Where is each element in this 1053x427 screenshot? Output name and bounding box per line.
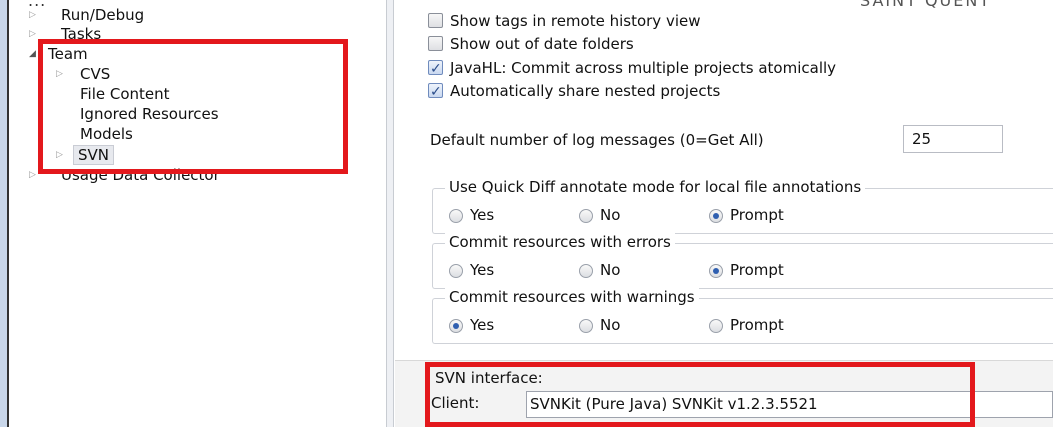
tree-item-cvs[interactable]: ▷ CVS bbox=[11, 64, 371, 84]
cutoff-title-text: SAINT QUENT bbox=[860, 0, 992, 10]
tree-item-label: Usage Data Collector bbox=[61, 166, 220, 184]
tree-item-label: Tasks bbox=[61, 25, 102, 43]
client-label: Client: bbox=[431, 394, 480, 412]
group-title: Use Quick Diff annotate mode for local f… bbox=[445, 178, 866, 196]
tree-item-svn[interactable]: ▷ SVN bbox=[11, 145, 371, 165]
radio-label: Yes bbox=[470, 261, 495, 279]
checkbox-label: Automatically share nested projects bbox=[450, 82, 721, 100]
radio-button[interactable] bbox=[449, 209, 463, 223]
tree-item-run-debug[interactable]: ▷ Run/Debug bbox=[11, 5, 371, 25]
tree-item-ignored-resources[interactable]: Ignored Resources bbox=[11, 104, 371, 124]
checkbox-box[interactable] bbox=[428, 36, 443, 51]
radio-button[interactable] bbox=[579, 209, 593, 223]
collapse-arrow-icon[interactable]: ◢ bbox=[29, 44, 41, 64]
tree-item-usage-data-collector[interactable]: ▷ Usage Data Collector bbox=[11, 165, 371, 185]
left-window-border bbox=[0, 0, 9, 427]
expand-arrow-icon[interactable]: ▷ bbox=[56, 145, 68, 165]
tree-item-models[interactable]: Models bbox=[11, 124, 371, 144]
pane-splitter[interactable] bbox=[386, 0, 394, 427]
checkbox-label: JavaHL: Commit across multiple projects … bbox=[450, 59, 837, 77]
radio-label: Prompt bbox=[730, 261, 784, 279]
log-messages-input[interactable]: 25 bbox=[903, 125, 1003, 153]
tree-item-label: CVS bbox=[80, 65, 111, 83]
checkbox-label: Show tags in remote history view bbox=[450, 12, 701, 30]
preferences-tree: ... ▷ Run/Debug ▷ Tasks ◢ Team ▷ CVS Fil… bbox=[11, 0, 386, 427]
log-messages-label: Default number of log messages (0=Get Al… bbox=[430, 131, 764, 149]
expand-arrow-icon[interactable]: ▷ bbox=[56, 64, 68, 84]
tree-item-label: File Content bbox=[80, 85, 170, 103]
tree-item-team[interactable]: ◢ Team bbox=[11, 44, 371, 64]
checkbox-box[interactable] bbox=[428, 13, 443, 28]
radio-label: No bbox=[600, 261, 621, 279]
radio-label: Prompt bbox=[730, 316, 784, 334]
radio-label: Yes bbox=[470, 316, 495, 334]
tree-item-label: Models bbox=[80, 125, 133, 143]
expand-arrow-icon[interactable]: ▷ bbox=[29, 5, 41, 25]
group-title: Commit resources with errors bbox=[445, 233, 675, 251]
checkbox-label: Show out of date folders bbox=[450, 35, 634, 53]
group-title: Commit resources with warnings bbox=[445, 288, 699, 306]
tree-item-label: Ignored Resources bbox=[80, 105, 219, 123]
radio-button-selected[interactable] bbox=[709, 264, 723, 278]
svn-preferences-page: SAINT QUENT Show tags in remote history … bbox=[395, 0, 1053, 427]
checkbox-box-checked[interactable] bbox=[428, 58, 443, 80]
radio-button[interactable] bbox=[709, 319, 723, 333]
svn-interface-section: SVN interface: Client: SVNKit (Pure Java… bbox=[395, 360, 1053, 427]
radio-button[interactable] bbox=[579, 264, 593, 278]
tree-item-label: Run/Debug bbox=[61, 6, 145, 24]
expand-arrow-icon[interactable]: ▷ bbox=[29, 24, 41, 44]
tree-item-tasks[interactable]: ▷ Tasks bbox=[11, 24, 371, 44]
radio-button[interactable] bbox=[449, 264, 463, 278]
tree-item-label: SVN bbox=[73, 145, 115, 165]
commit-errors-group: Commit resources with errors Yes No Prom… bbox=[432, 233, 1053, 289]
radio-label: No bbox=[600, 206, 621, 224]
radio-label: Prompt bbox=[730, 206, 784, 224]
expand-arrow-icon[interactable]: ▷ bbox=[29, 165, 41, 185]
radio-button-selected[interactable] bbox=[709, 209, 723, 223]
commit-warnings-group: Commit resources with warnings Yes No Pr… bbox=[432, 288, 1053, 344]
checkbox-box-checked[interactable] bbox=[428, 81, 443, 103]
tree-item-file-content[interactable]: File Content bbox=[11, 84, 371, 104]
client-select[interactable]: SVNKit (Pure Java) SVNKit v1.2.3.5521 bbox=[526, 391, 1053, 418]
radio-label: Yes bbox=[470, 206, 495, 224]
radio-button-selected[interactable] bbox=[449, 319, 463, 333]
quick-diff-group: Use Quick Diff annotate mode for local f… bbox=[432, 178, 1053, 234]
svn-interface-heading: SVN interface: bbox=[435, 369, 543, 387]
radio-label: No bbox=[600, 316, 621, 334]
radio-button[interactable] bbox=[579, 319, 593, 333]
tree-item-label: Team bbox=[48, 45, 88, 63]
